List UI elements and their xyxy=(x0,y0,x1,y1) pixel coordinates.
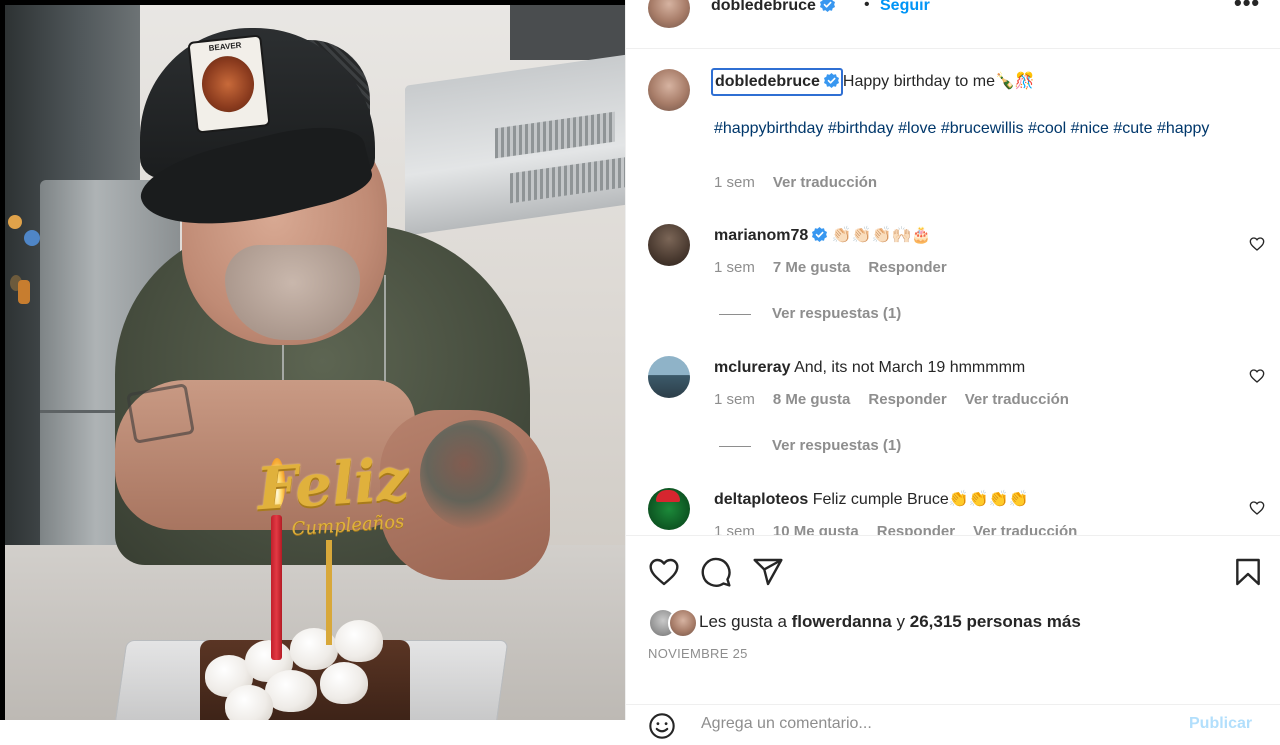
likes-prefix: Les gusta a xyxy=(699,612,787,631)
caption-author-avatar[interactable] xyxy=(648,69,690,111)
verified-badge-icon xyxy=(819,0,835,12)
cap-patch-text: BEAVER xyxy=(208,40,242,53)
comment-reply-button[interactable]: Responder xyxy=(877,523,955,535)
comment-body: 👏🏻👏🏻👏🏻🙌🏻🎂 xyxy=(831,227,932,244)
santa-hat-icon xyxy=(656,490,680,502)
comment-like-heart-icon[interactable] xyxy=(1249,368,1265,384)
comment-translate-link[interactable]: Ver traducción xyxy=(965,391,1069,408)
header-separator: • xyxy=(864,0,870,13)
comment-bubble-icon[interactable] xyxy=(700,556,732,588)
replies-divider xyxy=(719,313,751,315)
comment-meta: 1 sem 8 Me gusta Responder Ver traducción xyxy=(714,391,1087,408)
follow-button[interactable]: Seguir xyxy=(880,0,930,15)
comment-text-row: deltaploteos Feliz cumple Bruce👏👏👏👏 xyxy=(714,488,1028,512)
comment-text-row: mclureray And, its not March 19 hmmmmm xyxy=(714,356,1025,380)
verified-badge-icon xyxy=(812,227,828,242)
replies-divider xyxy=(719,445,751,447)
fridge-magnet xyxy=(8,215,22,229)
view-replies-text[interactable]: Ver respuestas (1) xyxy=(772,305,901,322)
comment-like-heart-icon[interactable] xyxy=(1249,236,1265,252)
comment-avatar[interactable] xyxy=(648,488,690,530)
likes-summary: Les gusta a flowerdanna y 26,315 persona… xyxy=(699,612,1081,632)
view-replies-link[interactable]: Ver respuestas (1) xyxy=(719,437,901,454)
comment-time[interactable]: 1 sem xyxy=(714,391,755,408)
comment-body: Feliz cumple Bruce👏👏👏👏 xyxy=(812,491,1029,508)
author-username[interactable]: dobledebruce xyxy=(711,0,816,14)
author-avatar[interactable] xyxy=(648,0,690,28)
post-header: dobledebruce • Seguir ••• xyxy=(626,0,1280,49)
cake-topper: Feliz Cumpleaños xyxy=(238,430,428,570)
liker-avatar xyxy=(668,608,698,638)
comment-likes[interactable]: 10 Me gusta xyxy=(773,523,859,535)
photo-top-border xyxy=(0,0,625,5)
post-date[interactable]: NOVIEMBRE 25 xyxy=(648,646,748,661)
comment-likes[interactable]: 8 Me gusta xyxy=(773,391,851,408)
cap-patch: BEAVER xyxy=(187,34,271,134)
caption-text-row: dobledebruce Happy birthday to me🍾🎊 xyxy=(711,68,1035,96)
comment-reply-button[interactable]: Responder xyxy=(868,391,946,408)
paper-plane-icon[interactable] xyxy=(752,556,784,588)
publish-button[interactable]: Publicar xyxy=(1189,715,1252,733)
comment-meta: 1 sem 7 Me gusta Responder xyxy=(714,259,965,276)
likes-user[interactable]: flowerdanna xyxy=(792,612,892,631)
comment-avatar[interactable] xyxy=(648,356,690,398)
meringue xyxy=(225,685,273,720)
caption-hashtags[interactable]: #happybirthday #birthday #love #brucewil… xyxy=(714,117,1234,141)
bookmark-icon[interactable] xyxy=(1232,556,1264,588)
emoji-smile-icon[interactable] xyxy=(648,712,676,740)
caption-translate-link[interactable]: Ver traducción xyxy=(773,174,877,191)
comment-translate-link[interactable]: Ver traducción xyxy=(973,523,1077,535)
post-photo[interactable]: BEAVER Feliz Cumpleaños xyxy=(0,0,625,720)
comment-time[interactable]: 1 sem xyxy=(714,523,755,535)
likes-count[interactable]: 26,315 personas más xyxy=(910,612,1081,631)
cap-patch-artwork xyxy=(199,53,257,115)
meringue xyxy=(335,620,383,662)
comment-text-row: marianom78 👏🏻👏🏻👏🏻🙌🏻🎂 xyxy=(714,224,931,248)
meringue xyxy=(320,662,368,704)
post-side-panel: dobledebruce • Seguir ••• dobledebruce Ha… xyxy=(625,0,1280,739)
comment-username[interactable]: deltaploteos xyxy=(714,491,808,508)
kitchen-cabinet xyxy=(510,0,625,60)
comments-scroll-area[interactable]: dobledebruce Happy birthday to me🍾🎊 #happ… xyxy=(626,49,1280,535)
caption-username-text[interactable]: dobledebruce xyxy=(715,73,820,90)
comment-reply-button[interactable]: Responder xyxy=(868,259,946,276)
likes-connector: y xyxy=(896,612,906,631)
caption-meta: 1 sem Ver traducción xyxy=(714,174,895,191)
comment-body: And, its not March 19 hmmmmm xyxy=(794,359,1026,376)
comment-meta: 1 sem 10 Me gusta Responder Ver traducción xyxy=(714,523,1095,535)
sleeve-tattoo xyxy=(420,420,530,530)
caption-time[interactable]: 1 sem xyxy=(714,174,755,191)
add-comment-bar: Agrega un comentario... Publicar xyxy=(626,704,1280,745)
heart-icon[interactable] xyxy=(648,556,680,588)
caption-text: Happy birthday to me🍾🎊 xyxy=(842,73,1035,90)
more-options-icon[interactable]: ••• xyxy=(1234,0,1260,16)
fridge-magnet xyxy=(24,230,40,246)
liked-by-avatars[interactable] xyxy=(648,608,698,638)
comment-username[interactable]: marianom78 xyxy=(714,227,808,244)
comment-like-heart-icon[interactable] xyxy=(1249,500,1265,516)
post-actions: Les gusta a flowerdanna y 26,315 persona… xyxy=(626,535,1280,739)
comment-username[interactable]: mclureray xyxy=(714,359,791,376)
comment-input[interactable]: Agrega un comentario... xyxy=(701,715,872,733)
view-replies-link[interactable]: Ver respuestas (1) xyxy=(719,305,901,322)
comment-avatar[interactable] xyxy=(648,224,690,266)
caption-username[interactable]: dobledebruce xyxy=(711,68,843,96)
author-name-row: dobledebruce xyxy=(711,0,835,15)
fridge-magnet xyxy=(18,280,30,304)
photo-left-border xyxy=(0,0,5,720)
verified-badge-icon xyxy=(823,73,839,88)
comment-likes[interactable]: 7 Me gusta xyxy=(773,259,851,276)
comment-time[interactable]: 1 sem xyxy=(714,259,755,276)
view-replies-text[interactable]: Ver respuestas (1) xyxy=(772,437,901,454)
arm-tattoo xyxy=(126,383,195,444)
